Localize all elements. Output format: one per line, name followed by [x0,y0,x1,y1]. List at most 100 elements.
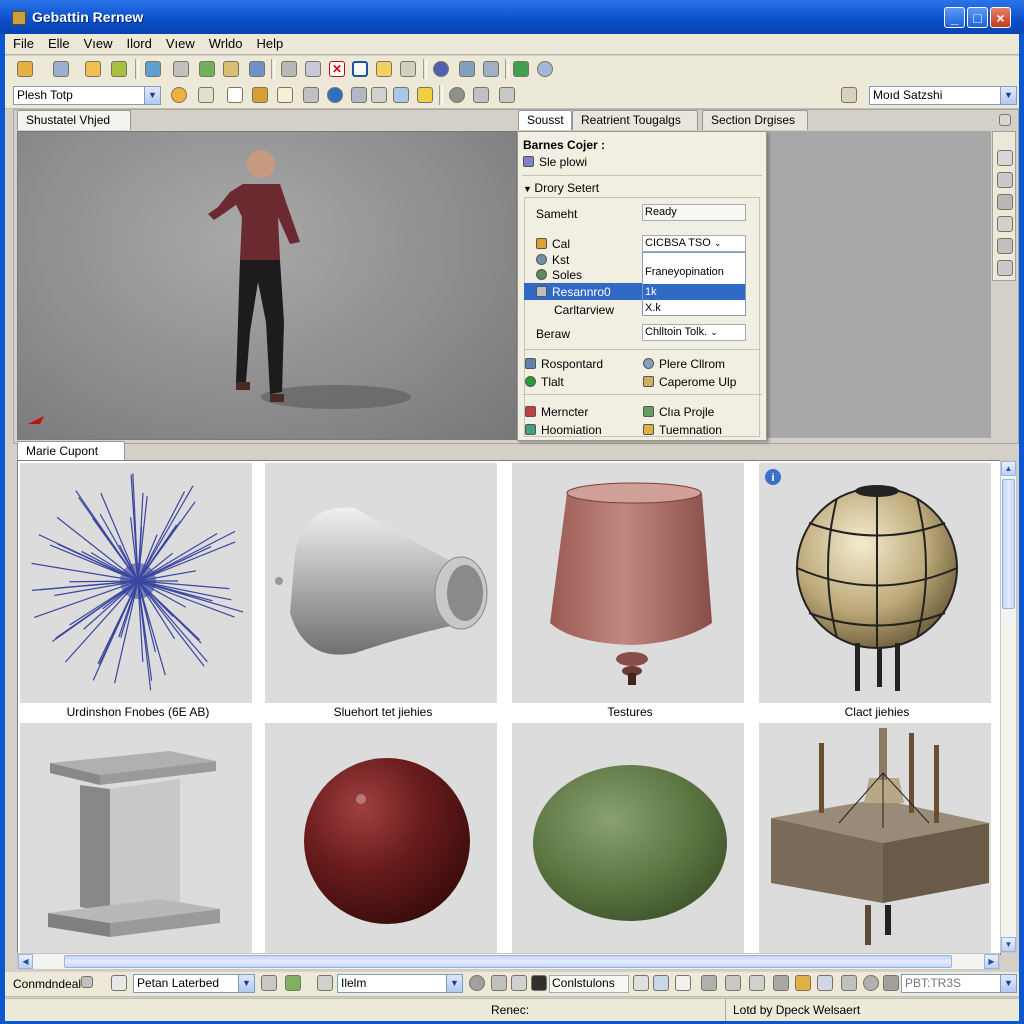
align-icon[interactable] [351,87,367,103]
layers-icon[interactable] [249,61,265,77]
minimize-button[interactable]: _ [944,7,965,28]
tab-section[interactable]: Section Drgises [702,110,808,130]
action-item[interactable]: Tlalt [525,375,564,389]
layer-select[interactable]: Petan Laterbed ▼ [133,974,255,993]
gallery-thumb-globe[interactable]: i [759,463,991,703]
action-item[interactable]: Merncter [525,405,588,419]
preset-select[interactable]: Plesh Totp ▼ [13,86,161,105]
action-item[interactable]: Hoomiation [525,423,602,437]
clipboard-icon[interactable] [111,975,127,991]
list-item[interactable]: Soles [536,268,582,282]
sphere-icon[interactable] [327,87,343,103]
shield-icon[interactable] [433,61,449,77]
action-item[interactable]: Rospontard [525,357,603,371]
scroll-down-icon[interactable]: ▼ [1001,937,1016,952]
scroll-right-icon[interactable]: ▶ [984,954,999,969]
action-item[interactable]: Tuemnation [643,423,722,437]
menu-edit[interactable]: Elle [42,34,76,51]
tab-viewport[interactable]: Shustatel Vhjed [17,110,131,130]
settings-icon[interactable] [537,61,553,77]
grid-icon[interactable] [198,87,214,103]
tab-treatment[interactable]: Reatrient Tougalgs [572,110,698,130]
conditions-field[interactable]: Conlstulons [549,975,629,993]
window-icon[interactable] [653,975,669,991]
tool-icon[interactable] [261,975,277,991]
split-icon[interactable] [749,975,765,991]
sun-icon[interactable] [171,87,187,103]
frame-icon[interactable] [675,975,691,991]
chevron-down-icon[interactable]: ▼ [144,87,160,104]
select-tool-icon[interactable] [997,150,1013,166]
gallery-vertical-scrollbar[interactable]: ▲ ▼ [1000,460,1017,953]
globe-icon[interactable] [111,61,127,77]
scroll-up-icon[interactable]: ▲ [1001,461,1016,476]
wrench-icon[interactable] [701,975,717,991]
ruler-icon[interactable] [371,87,387,103]
arrow-icon[interactable] [725,975,741,991]
popup-option[interactable]: Franeyopination [645,266,724,278]
gallery-thumb-green-egg[interactable] [512,723,744,954]
gallery-thumb-gadget[interactable] [759,723,991,954]
chevron-down-icon[interactable]: ▼ [446,975,462,992]
chevron-down-icon[interactable]: ▼ [1000,975,1016,992]
paint-tool-icon[interactable] [285,975,301,991]
chevron-down-icon[interactable]: ⌄ [714,238,722,248]
scale-tool-icon[interactable] [997,216,1013,232]
gallery-thumb-red-sphere[interactable] [265,723,497,954]
brush-icon[interactable] [773,975,789,991]
brush-icon[interactable] [305,61,321,77]
document-icon[interactable] [400,61,416,77]
list-item[interactable]: Kst [536,253,569,267]
action-item[interactable]: Clıa Prоjle [643,405,714,419]
cross-icon[interactable] [841,975,857,991]
menu-window[interactable]: Wrldo [203,34,249,51]
menu-view[interactable]: Vıew [78,34,119,51]
3d-viewport[interactable] [17,131,517,440]
chart-icon[interactable] [795,975,811,991]
chart-icon[interactable] [393,87,409,103]
lock-tool-icon[interactable] [997,260,1013,276]
note-icon[interactable] [376,61,392,77]
render-icon[interactable] [252,87,268,103]
menu-file[interactable]: File [7,34,40,51]
diamond-icon[interactable] [511,975,527,991]
title-bar[interactable]: Gebattin Rernew _ □ × [0,0,1024,34]
tab-model-content[interactable]: Marie Cupont [17,441,125,461]
item-select[interactable]: Ilelm ▼ [337,974,463,993]
list-item[interactable]: Cal [536,237,570,251]
window-icon[interactable] [277,87,293,103]
save-icon[interactable] [513,61,529,77]
move-tool-icon[interactable] [997,172,1013,188]
gallery-thumb-pedestal[interactable] [20,723,252,954]
gallery-thumb-horn[interactable] [265,463,497,703]
chevron-down-icon[interactable]: ▼ [1000,87,1016,104]
collapse-icon[interactable]: ▼ [523,184,534,194]
panel-menu-icon[interactable] [999,114,1011,126]
pin-tool-icon[interactable] [997,238,1013,254]
world-icon[interactable] [145,61,161,77]
bookmark-icon[interactable] [417,87,433,103]
action-item[interactable]: Caperome Ulp [643,375,736,389]
print-icon[interactable] [281,61,297,77]
brush-tool-icon[interactable] [841,87,857,103]
grid-icon[interactable] [817,975,833,991]
paint-icon[interactable] [85,61,101,77]
menu-help[interactable]: Help [250,34,289,51]
list-item[interactable]: Carltarview [554,303,614,317]
mode-select[interactable]: Moıd Satzshi ▼ [869,86,1017,105]
frame-icon[interactable] [227,87,243,103]
list-item-selected[interactable]: Resannro0 [536,285,611,299]
camera-icon[interactable] [53,61,69,77]
undo-icon[interactable] [317,975,333,991]
hammer-icon[interactable] [303,87,319,103]
chevron-down-icon[interactable]: ▼ [238,975,254,992]
close-button[interactable]: × [990,7,1011,28]
circle-icon[interactable] [449,87,465,103]
position-field[interactable]: PBT:TR3S ▼ [901,974,1017,993]
menu-view-2[interactable]: Vıew [160,34,201,51]
image-icon[interactable] [199,61,215,77]
stop-icon[interactable] [633,975,649,991]
bars-icon[interactable] [473,87,489,103]
tab-source[interactable]: Sousst [518,110,572,130]
command-icon[interactable] [81,976,93,988]
